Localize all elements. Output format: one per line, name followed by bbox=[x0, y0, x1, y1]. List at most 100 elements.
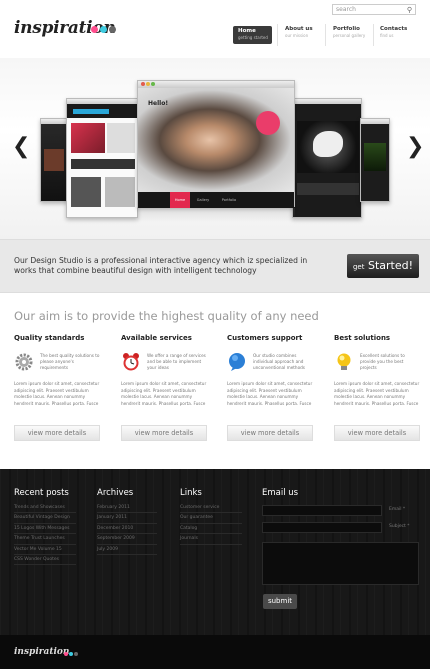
archive-link[interactable]: January 2011 bbox=[97, 513, 157, 524]
submit-button[interactable]: submit bbox=[263, 594, 297, 609]
dove-icon bbox=[313, 131, 343, 157]
footer-link[interactable]: Catalog bbox=[180, 524, 242, 535]
page: inspiration search ⚲ Home getting starte… bbox=[0, 0, 430, 669]
message-textarea[interactable] bbox=[262, 542, 419, 585]
email-field[interactable] bbox=[262, 505, 382, 516]
showcase-thumb-far-right[interactable] bbox=[360, 118, 390, 202]
search-icon[interactable]: ⚲ bbox=[407, 5, 412, 15]
services-heading: Our aim is to provide the highest qualit… bbox=[14, 309, 319, 323]
service-short: The best quality solutions to please any… bbox=[40, 353, 100, 370]
service-solutions: Best solutions Excellent solutions to pr… bbox=[334, 334, 420, 441]
nav-divider bbox=[373, 24, 374, 46]
nav-about-title: About us bbox=[285, 26, 313, 32]
thumb-logo bbox=[73, 109, 109, 114]
showcase-thumb-far-left[interactable] bbox=[40, 118, 68, 202]
recent-post-link[interactable]: Beautiful Vintage Design bbox=[14, 513, 76, 524]
header: inspiration search ⚲ Home getting starte… bbox=[0, 0, 430, 58]
pink-dot-icon bbox=[91, 26, 98, 33]
recent-post-link[interactable]: Vector Me Volume 15 bbox=[14, 545, 76, 555]
get-started-button[interactable]: get Started! bbox=[347, 254, 419, 278]
service-support: Customers support Our studio combines in… bbox=[227, 334, 313, 441]
recent-posts: Recent posts Trends and Showcases Beauti… bbox=[14, 488, 76, 566]
nav-home[interactable]: Home getting started bbox=[233, 26, 272, 44]
nav-portfolio[interactable]: Portfolio personal gallery bbox=[333, 26, 365, 44]
showcase-slider: ❮ ❯ Hello! Home Gallery Portfolio bbox=[0, 58, 430, 239]
recent-post-link[interactable]: CSS Wonder Quotes bbox=[14, 555, 76, 566]
service-short: Our studio combines individual approach … bbox=[253, 353, 305, 370]
slider-next-arrow-icon[interactable]: ❯ bbox=[406, 136, 424, 158]
gray-dot-icon bbox=[109, 26, 116, 33]
thumb-image bbox=[364, 143, 386, 171]
nav-about-sub: our mission bbox=[285, 33, 309, 38]
nav-portfolio-sub: personal gallery bbox=[333, 33, 366, 38]
showcase-thumb-left[interactable] bbox=[66, 98, 138, 218]
links-list: Customer service Our guarantee Catalog J… bbox=[180, 503, 242, 545]
browser-bar bbox=[361, 119, 389, 124]
archive-link[interactable]: February 2011 bbox=[97, 503, 157, 514]
nav-contacts[interactable]: Contacts find us bbox=[380, 26, 407, 44]
showcase-thumb-right[interactable] bbox=[292, 98, 362, 218]
nav-divider bbox=[325, 24, 326, 46]
recent-post-link[interactable]: Theme Trust Launches bbox=[14, 534, 76, 545]
nav-portfolio-title: Portfolio bbox=[333, 26, 360, 32]
service-short: Excellent solutions to provide you the b… bbox=[360, 353, 405, 370]
service-title: Quality standards bbox=[14, 334, 85, 342]
service-short: We offer a range of services and be able… bbox=[147, 353, 206, 370]
footer-link[interactable]: Journals bbox=[180, 534, 242, 545]
thumb-hero bbox=[71, 123, 105, 153]
recent-posts-title: Recent posts bbox=[14, 488, 69, 498]
footer-logo[interactable]: inspiration bbox=[14, 647, 69, 657]
archive-link[interactable]: December 2010 bbox=[97, 524, 157, 535]
email-us: Email us bbox=[262, 488, 298, 498]
thumb-tab-portfolio: Portfolio bbox=[221, 198, 237, 202]
footer-link[interactable]: Customer service bbox=[180, 503, 242, 514]
hello-label: Hello! bbox=[148, 100, 169, 107]
thumb-hero-side bbox=[107, 123, 135, 153]
thumb-tab-gallery: Gallery bbox=[196, 198, 210, 202]
nav-divider bbox=[277, 24, 278, 46]
links-title: Links bbox=[180, 488, 202, 498]
archive-link[interactable]: September 2009 bbox=[97, 534, 157, 545]
browser-bar bbox=[293, 99, 361, 104]
archive-link[interactable]: July 2009 bbox=[97, 545, 157, 555]
search-input[interactable]: search ⚲ bbox=[332, 4, 416, 15]
slider-prev-arrow-icon[interactable]: ❮ bbox=[12, 136, 30, 158]
service-long: Lorem ipsum dolor sit amet, consectetur … bbox=[227, 381, 313, 406]
subject-field[interactable] bbox=[262, 522, 382, 533]
footer-link[interactable]: Our guarantee bbox=[180, 513, 242, 524]
recent-post-link[interactable]: 15 Logos With Messages bbox=[14, 524, 76, 535]
cyan-dot-icon bbox=[69, 652, 73, 656]
logo-dots bbox=[91, 26, 116, 33]
recent-post-link[interactable]: Trends and Showcases bbox=[14, 503, 76, 514]
service-title: Available services bbox=[121, 334, 192, 342]
service-title: Best solutions bbox=[334, 334, 391, 342]
pink-dot-icon bbox=[64, 652, 68, 656]
slider-reflection bbox=[137, 208, 295, 222]
nav-contacts-title: Contacts bbox=[380, 26, 408, 32]
service-long: Lorem ipsum dolor sit amet, consectetur … bbox=[14, 381, 100, 406]
email-us-title: Email us bbox=[262, 488, 299, 498]
view-more-button[interactable]: view more details bbox=[14, 425, 100, 441]
cyan-dot-icon bbox=[100, 26, 107, 33]
view-more-button[interactable]: view more details bbox=[334, 425, 420, 441]
browser-bar bbox=[138, 81, 294, 88]
bottom-bar: inspiration bbox=[0, 635, 430, 669]
get-started-small: get bbox=[352, 263, 365, 271]
thumb-strip bbox=[71, 159, 135, 169]
view-more-button[interactable]: view more details bbox=[227, 425, 313, 441]
alarm-clock-icon bbox=[123, 353, 139, 371]
nav-about[interactable]: About us our mission bbox=[285, 26, 313, 44]
nav-home-sub: getting started bbox=[238, 35, 268, 40]
intro-text: Our Design Studio is a professional inte… bbox=[14, 256, 308, 275]
browser-bar bbox=[41, 119, 67, 124]
showcase-thumb-center[interactable]: Hello! Home Gallery Portfolio bbox=[137, 80, 295, 208]
thumb-block bbox=[71, 177, 101, 207]
nav-home-title: Home bbox=[238, 28, 256, 34]
thumb-image bbox=[44, 149, 64, 171]
gray-dot-icon bbox=[74, 652, 78, 656]
view-more-button[interactable]: view more details bbox=[121, 425, 207, 441]
search-placeholder: search bbox=[336, 6, 356, 13]
archives-title: Archives bbox=[97, 488, 134, 498]
thumb-strip bbox=[297, 183, 359, 195]
browser-yellow-dot-icon bbox=[146, 82, 150, 86]
